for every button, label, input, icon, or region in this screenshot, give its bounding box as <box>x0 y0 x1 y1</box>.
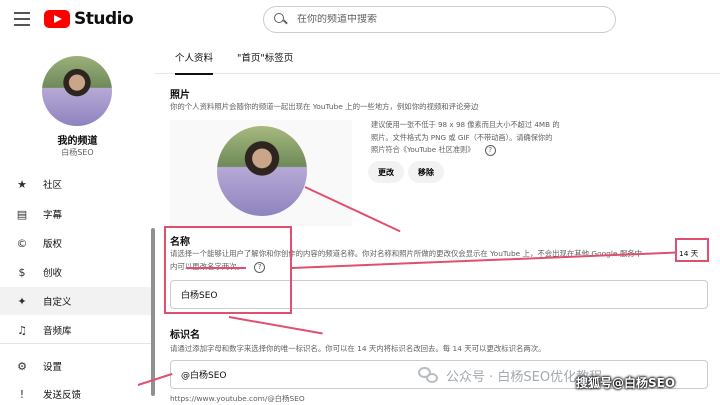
subtitles-icon: ▤ <box>16 207 28 221</box>
search-bar[interactable] <box>263 6 616 33</box>
annotation-box-days <box>675 238 709 262</box>
remove-photo-button[interactable]: 移除 <box>408 161 444 183</box>
sidebar-item-label: 版权 <box>43 239 63 250</box>
youtube-studio-logo[interactable]: Studio <box>44 9 134 29</box>
sidebar-item-label: 设置 <box>43 362 63 373</box>
sidebar-item-subtitles[interactable]: ▤ 字幕 <box>0 200 155 228</box>
sidebar-item-label: 创收 <box>43 268 63 279</box>
sidebar-divider <box>0 343 155 344</box>
sidebar-item-label: 自定义 <box>43 297 72 308</box>
handle-section-description: 请通过添加字母和数字来选择你的唯一标识名。你可以在 14 天内将标识名改回去。每… <box>170 344 546 353</box>
main-content: 个人资料 "首页"标签页 照片 你的个人资料照片会随你的频道一起出现在 YouT… <box>155 40 720 405</box>
channel-avatar[interactable] <box>42 56 112 126</box>
handle-section-title: 标识名 <box>170 330 200 341</box>
photo-hint-line: 建议使用一张不低于 98 x 98 像素而且大小不超过 4MB 的 <box>371 120 560 129</box>
search-input[interactable] <box>297 14 597 25</box>
photo-hint: 建议使用一张不低于 98 x 98 像素而且大小不超过 4MB 的 照片。文件格… <box>371 119 571 157</box>
wechat-icon <box>418 366 440 385</box>
sidebar-item-label: 社区 <box>43 180 63 191</box>
change-photo-button[interactable]: 更改 <box>368 161 404 183</box>
channel-url[interactable]: https://www.youtube.com/@白杨SEO <box>170 393 305 404</box>
sidebar-item-settings[interactable]: ⚙ 设置 <box>0 352 155 380</box>
tab-profile[interactable]: 个人资料 <box>175 40 214 75</box>
sidebar-item-label: 字幕 <box>43 210 63 221</box>
annotation-box-name <box>164 226 292 314</box>
feedback-icon: ! <box>19 387 25 401</box>
wechat-watermark: 公众号 · 白杨SEO优化教程 <box>418 366 602 385</box>
sidebar: 我的频道 白杨SEO ★ 社区 ▤ 字幕 © 版权 $ 创收 ✦ 自定义 ♫ 音… <box>0 40 155 405</box>
help-icon[interactable]: ? <box>484 144 496 156</box>
tab-home[interactable]: "首页"标签页 <box>237 40 293 74</box>
studio-app: Studio 我的频道 白杨SEO ★ 社区 ▤ 字幕 © 版权 $ 创收 ✦ … <box>0 0 720 405</box>
annotation-underline <box>186 267 246 269</box>
profile-photo <box>217 126 307 216</box>
top-bar: Studio <box>0 0 720 40</box>
sidebar-item-community[interactable]: ★ 社区 <box>0 170 155 198</box>
sidebar-item-customization[interactable]: ✦ 自定义 <box>0 287 155 315</box>
audio-library-icon: ♫ <box>17 323 27 337</box>
settings-icon: ⚙ <box>17 359 27 373</box>
photo-section-title: 照片 <box>170 90 190 101</box>
community-icon: ★ <box>17 177 27 191</box>
search-icon[interactable] <box>274 13 287 26</box>
copyright-icon: © <box>16 236 28 250</box>
photo-section-description: 你的个人资料照片会随你的频道一起出现在 YouTube 上的一些地方，例如你的视… <box>170 102 479 111</box>
sidebar-item-copyright[interactable]: © 版权 <box>0 229 155 257</box>
logo-text: Studio <box>74 9 134 29</box>
sohu-watermark: 搜狐号@白杨SEO <box>576 376 676 390</box>
monetization-icon: $ <box>18 265 26 279</box>
customization-icon: ✦ <box>17 294 27 308</box>
photo-preview <box>170 120 352 226</box>
photo-hint-line: 照片符合《YouTube 社区准则》 <box>371 145 475 155</box>
channel-handle: 白杨SEO <box>61 148 94 157</box>
sidebar-item-audio-library[interactable]: ♫ 音频库 <box>0 316 155 344</box>
menu-icon[interactable] <box>14 12 30 26</box>
channel-name: 我的频道 <box>57 136 98 147</box>
sidebar-item-label: 发送反馈 <box>43 390 82 401</box>
tab-bar: 个人资料 "首页"标签页 <box>155 40 720 75</box>
photo-hint-line: 照片。文件格式为 PNG 或 GIF（不带动画）。请确保你的 <box>371 132 553 142</box>
sidebar-item-feedback[interactable]: ! 发送反馈 <box>0 380 155 405</box>
sidebar-item-monetization[interactable]: $ 创收 <box>0 258 155 286</box>
sidebar-item-label: 音频库 <box>43 326 72 337</box>
youtube-play-icon <box>44 10 70 28</box>
